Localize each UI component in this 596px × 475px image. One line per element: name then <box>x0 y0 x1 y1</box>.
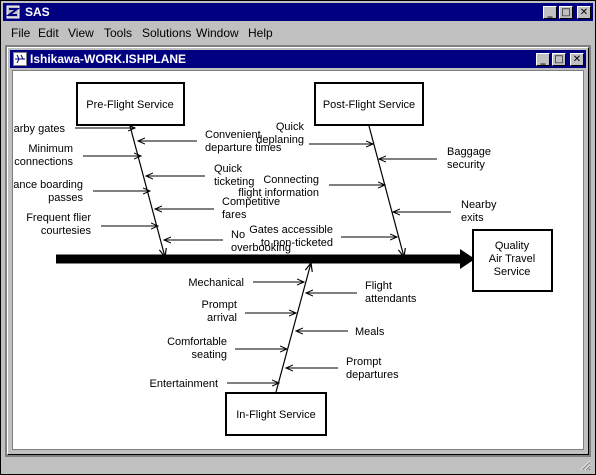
sas-application-window: SAS _ □ ✕ File Edit View Tools Solutions… <box>0 0 596 475</box>
svg-text:Prompt: Prompt <box>346 356 381 368</box>
cause-flight-attendants: Flight attendants <box>306 280 417 305</box>
svg-text:No: No <box>231 229 245 241</box>
menu-edit[interactable]: Edit <box>38 26 59 40</box>
cause-advance-boarding-passes: Advance boarding passes <box>13 179 150 204</box>
ishikawa-diagram: Quality Air Travel Service Pre-Flight Se… <box>13 82 553 436</box>
post-flight-label: Post-Flight Service <box>323 99 415 111</box>
cause-entertainment: Entertainment <box>150 378 279 390</box>
effect-line-3: Service <box>494 266 531 278</box>
resize-grip-icon[interactable] <box>579 459 591 471</box>
svg-text:Entertainment: Entertainment <box>150 378 218 390</box>
svg-text:Nearby gates: Nearby gates <box>13 123 65 135</box>
svg-text:courtesies: courtesies <box>41 225 92 237</box>
cause-connecting-flight-information: Connecting flight information <box>238 174 385 199</box>
close-button[interactable]: ✕ <box>577 6 591 19</box>
minimize-button[interactable]: _ <box>543 6 557 19</box>
svg-text:Frequent flier: Frequent flier <box>26 212 91 224</box>
menu-file[interactable]: File <box>11 26 30 40</box>
maximize-button[interactable]: □ <box>559 6 573 19</box>
app-title-bar[interactable]: SAS _ □ ✕ <box>3 3 593 21</box>
cause-mechanical: Mechanical <box>188 277 304 289</box>
svg-text:Minimum: Minimum <box>28 143 73 155</box>
menu-window[interactable]: Window <box>196 26 239 40</box>
sas-app-icon <box>6 5 20 19</box>
svg-text:fares: fares <box>222 209 247 221</box>
cause-quick-ticketing: Quick ticketing <box>146 163 254 188</box>
pre-flight-label: Pre-Flight Service <box>86 99 173 111</box>
cause-baggage-security: Baggage security <box>379 146 491 171</box>
ishikawa-child-window: Ishikawa-WORK.ISHPLANE _ □ ✕ Quality Air… <box>7 47 589 455</box>
svg-text:Advance boarding: Advance boarding <box>13 179 83 191</box>
menu-view[interactable]: View <box>68 26 94 40</box>
cause-minimum-connections: Minimum connections <box>14 143 141 168</box>
child-window-title: Ishikawa-WORK.ISHPLANE <box>30 52 187 66</box>
cause-meals: Meals <box>296 326 385 338</box>
svg-text:Comfortable: Comfortable <box>167 336 227 348</box>
menu-help[interactable]: Help <box>248 26 273 40</box>
pre-flight-box: Pre-Flight Service <box>76 82 185 126</box>
svg-text:arrival: arrival <box>207 312 237 324</box>
svg-text:exits: exits <box>461 212 484 224</box>
child-title-bar[interactable]: Ishikawa-WORK.ISHPLANE _ □ ✕ <box>10 50 586 68</box>
menu-tools[interactable]: Tools <box>104 26 132 40</box>
svg-text:Nearby: Nearby <box>461 199 497 211</box>
cause-gates-accessible: Gates accessible to non-ticketed <box>249 224 397 249</box>
menu-solutions[interactable]: Solutions <box>142 26 191 40</box>
svg-text:Meals: Meals <box>355 326 385 338</box>
svg-text:Gates accessible: Gates accessible <box>249 224 333 236</box>
cause-prompt-departures: Prompt departures <box>286 356 399 381</box>
effect-line-2: Air Travel <box>489 253 535 265</box>
child-maximize-button[interactable]: □ <box>552 53 566 66</box>
cause-nearby-exits: Nearby exits <box>393 199 497 224</box>
child-minimize-button[interactable]: _ <box>536 53 550 66</box>
svg-text:security: security <box>447 159 485 171</box>
svg-text:connections: connections <box>14 156 73 168</box>
cause-comfortable-seating: Comfortable seating <box>167 336 287 361</box>
in-flight-label: In-Flight Service <box>236 409 315 421</box>
svg-text:Flight: Flight <box>365 280 392 292</box>
svg-text:flight information: flight information <box>238 187 319 199</box>
svg-text:Mechanical: Mechanical <box>188 277 244 289</box>
ishikawa-diagram-canvas: Quality Air Travel Service Pre-Flight Se… <box>12 70 584 450</box>
cause-prompt-arrival: Prompt arrival <box>202 299 296 324</box>
status-bar <box>3 457 593 473</box>
svg-text:seating: seating <box>192 349 227 361</box>
app-title: SAS <box>25 5 50 19</box>
effect-box: Quality Air Travel Service <box>472 229 553 292</box>
svg-text:Convenient: Convenient <box>205 129 261 141</box>
svg-text:Prompt: Prompt <box>202 299 237 311</box>
svg-text:departures: departures <box>346 369 399 381</box>
svg-text:Baggage: Baggage <box>447 146 491 158</box>
svg-text:attendants: attendants <box>365 293 417 305</box>
menu-bar: File Edit View Tools Solutions Window He… <box>3 23 593 43</box>
post-flight-box: Post-Flight Service <box>314 82 424 126</box>
svg-text:Connecting: Connecting <box>263 174 319 186</box>
effect-line-1: Quality <box>495 240 530 252</box>
cause-competitive-fares: Competitive fares <box>155 196 280 221</box>
svg-text:Quick: Quick <box>276 121 305 133</box>
cause-frequent-flier-courtesies: Frequent flier courtesies <box>26 212 158 237</box>
svg-text:passes: passes <box>48 192 83 204</box>
svg-text:to non-ticketed: to non-ticketed <box>261 237 333 249</box>
diagram-window-icon <box>13 52 27 66</box>
child-close-button[interactable]: ✕ <box>570 53 584 66</box>
svg-text:deplaning: deplaning <box>256 134 304 146</box>
in-flight-box: In-Flight Service <box>225 392 327 436</box>
svg-text:Quick: Quick <box>214 163 243 175</box>
